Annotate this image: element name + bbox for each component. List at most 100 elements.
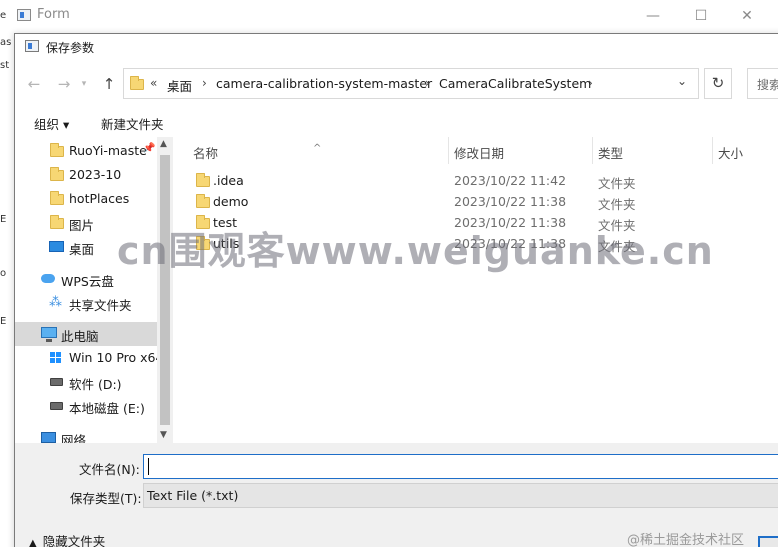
drive-icon bbox=[50, 378, 63, 386]
nav-item-label: 网络 bbox=[61, 433, 87, 443]
search-input[interactable]: 搜索 bbox=[747, 68, 778, 99]
app-icon bbox=[17, 9, 31, 21]
folder-icon bbox=[130, 76, 144, 90]
filename-label: 文件名(N): bbox=[79, 462, 140, 477]
column-type-label: 类型 bbox=[598, 146, 624, 161]
share-icon: ⁂ bbox=[49, 295, 62, 310]
nav-item-shared[interactable]: ⁂ 共享文件夹 bbox=[15, 291, 157, 315]
nav-item-label: hotPlaces bbox=[69, 191, 130, 206]
navigation-scrollbar[interactable]: ▲ ▼ bbox=[157, 137, 173, 443]
form-title: Form bbox=[37, 7, 70, 22]
chevron-right-icon[interactable]: › bbox=[588, 76, 593, 90]
folder-icon bbox=[50, 167, 64, 181]
column-header-date[interactable]: 修改日期 bbox=[448, 137, 592, 164]
folder-icon bbox=[50, 215, 64, 229]
nav-item-ruoyi[interactable]: RuoYi-maste 📌 bbox=[15, 139, 157, 163]
nav-item-label: 软件 (D:) bbox=[69, 377, 122, 392]
minimize-button[interactable]: — bbox=[630, 4, 676, 28]
navigation-pane: RuoYi-maste 📌 2023-10 hotPlaces 图片 桌面 WP… bbox=[15, 137, 173, 443]
nav-item-label: 2023-10 bbox=[69, 167, 122, 182]
close-button[interactable]: ✕ bbox=[724, 4, 770, 28]
nav-item-drive-d[interactable]: 软件 (D:) bbox=[15, 370, 157, 394]
column-name-label: 名称 bbox=[193, 146, 219, 161]
file-type: 文件夹 bbox=[598, 197, 636, 212]
nav-item-this-pc[interactable]: 此电脑 bbox=[15, 322, 157, 346]
left-edge-text: E bbox=[0, 214, 7, 225]
chevron-up-icon: ▲ bbox=[29, 538, 37, 547]
file-name: .idea bbox=[213, 173, 244, 188]
refresh-button[interactable]: ↻ bbox=[704, 68, 732, 99]
breadcrumb-project[interactable]: camera-calibration-system-master bbox=[216, 76, 432, 91]
nav-item-label: 桌面 bbox=[69, 242, 95, 257]
file-row[interactable]: .idea 2023/10/22 11:42 文件夹 bbox=[173, 170, 778, 191]
file-type: 文件夹 bbox=[598, 176, 636, 191]
nav-item-label: 本地磁盘 (E:) bbox=[69, 401, 145, 416]
scroll-down-icon[interactable]: ▼ bbox=[160, 430, 167, 440]
scroll-up-icon[interactable]: ▲ bbox=[160, 139, 167, 149]
sort-ascending-icon: ^ bbox=[313, 143, 322, 154]
desktop-icon bbox=[49, 241, 64, 252]
file-list: 名称 ^ 修改日期 类型 大小 .idea 2023/10/22 11:42 文… bbox=[173, 137, 778, 443]
filetype-select[interactable]: Text File (*.txt) bbox=[143, 483, 778, 508]
nav-item-hotplaces[interactable]: hotPlaces bbox=[15, 187, 157, 211]
pc-icon bbox=[41, 327, 57, 342]
windows-icon bbox=[50, 352, 62, 364]
folder-icon bbox=[196, 173, 210, 187]
nav-item-label: WPS云盘 bbox=[61, 274, 114, 289]
nav-item-win10[interactable]: Win 10 Pro x64 bbox=[15, 346, 163, 370]
breadcrumb-desktop[interactable]: 桌面 bbox=[167, 76, 192, 95]
address-bar[interactable]: « 桌面 › camera-calibration-system-master … bbox=[123, 68, 699, 99]
left-edge-text: as bbox=[0, 37, 12, 48]
overflow-chevron-icon[interactable]: « bbox=[150, 76, 157, 90]
folder-icon bbox=[50, 191, 64, 205]
dialog-icon bbox=[25, 40, 39, 52]
new-folder-button[interactable]: 新建文件夹 bbox=[101, 114, 164, 133]
hide-folders-toggle[interactable]: ▲ 隐藏文件夹 bbox=[29, 531, 105, 547]
network-icon bbox=[41, 432, 56, 443]
column-header-name[interactable]: 名称 ^ bbox=[173, 137, 448, 164]
back-button[interactable]: ← bbox=[23, 74, 45, 94]
nav-item-label: 图片 bbox=[69, 218, 95, 233]
footer-watermark: @稀土掘金技术社区 bbox=[627, 533, 745, 547]
cloud-icon bbox=[41, 274, 55, 283]
column-size-label: 大小 bbox=[718, 146, 744, 161]
search-placeholder: 搜索 bbox=[757, 78, 778, 92]
form-titlebar: Form — ☐ ✕ bbox=[0, 0, 778, 32]
command-bar: 组织 ▾ 新建文件夹 bbox=[15, 108, 778, 136]
scrollbar-thumb[interactable] bbox=[160, 155, 170, 425]
pin-icon: 📌 bbox=[143, 143, 156, 154]
file-row[interactable]: demo 2023/10/22 11:38 文件夹 bbox=[173, 191, 778, 212]
nav-item-label: 共享文件夹 bbox=[69, 298, 132, 313]
save-form: 文件名(N): 保存类型(T): Text File (*.txt) ▲ 隐藏文件… bbox=[15, 443, 778, 547]
nav-item-network[interactable]: 网络 bbox=[15, 426, 157, 443]
dialog-title: 保存参数 bbox=[46, 41, 95, 55]
breadcrumb-current[interactable]: CameraCalibrateSystem bbox=[439, 76, 591, 91]
recent-locations-chevron-icon[interactable]: ▾ bbox=[77, 74, 91, 94]
column-header-type[interactable]: 类型 bbox=[592, 137, 712, 164]
chevron-right-icon[interactable]: › bbox=[425, 76, 430, 90]
organize-button[interactable]: 组织 ▾ bbox=[34, 114, 69, 133]
chevron-right-icon[interactable]: › bbox=[202, 76, 207, 90]
save-button[interactable] bbox=[758, 536, 778, 547]
nav-item-label: 此电脑 bbox=[61, 329, 99, 344]
watermark-text: cn围观客www.weiguanke.cn bbox=[117, 229, 714, 273]
filetype-value: Text File (*.txt) bbox=[147, 488, 239, 503]
column-header-size[interactable]: 大小 bbox=[712, 137, 778, 164]
folder-icon bbox=[50, 143, 64, 157]
text-caret bbox=[148, 458, 149, 475]
file-date: 2023/10/22 11:42 bbox=[454, 173, 567, 188]
nav-item-2023-10[interactable]: 2023-10 bbox=[15, 163, 157, 187]
filetype-label: 保存类型(T): bbox=[70, 491, 142, 506]
nav-item-drive-e[interactable]: 本地磁盘 (E:) bbox=[15, 394, 157, 418]
up-button[interactable]: ↑ bbox=[98, 74, 120, 94]
address-dropdown-icon[interactable]: ⌄ bbox=[677, 74, 687, 88]
left-edge-text: e bbox=[0, 10, 7, 21]
forward-button[interactable]: → bbox=[53, 74, 75, 94]
folder-icon bbox=[196, 194, 210, 208]
filename-input[interactable] bbox=[143, 454, 778, 479]
maximize-button[interactable]: ☐ bbox=[678, 4, 724, 28]
left-edge-text: o bbox=[0, 268, 7, 279]
drive-icon bbox=[50, 402, 63, 410]
file-name: demo bbox=[213, 194, 249, 209]
nav-item-label: RuoYi-maste bbox=[69, 143, 147, 158]
